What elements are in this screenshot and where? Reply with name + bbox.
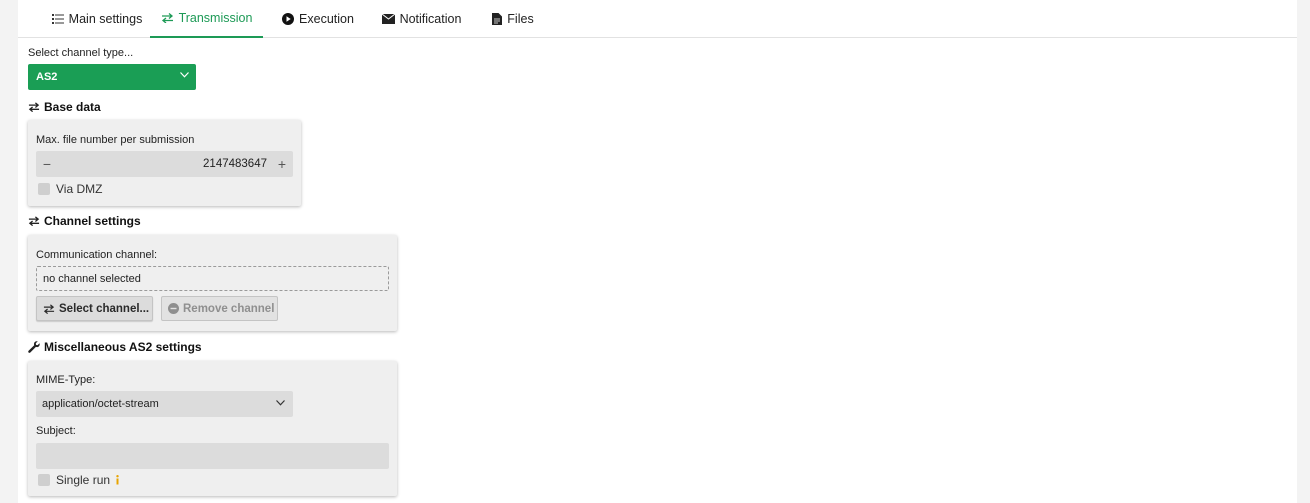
- tab-notification[interactable]: Notification: [378, 0, 465, 38]
- tab-files-label: Files: [507, 12, 534, 26]
- base-data-title-text: Base data: [44, 100, 101, 114]
- transfer-icon: [28, 102, 40, 112]
- tab-execution-label: Execution: [299, 12, 354, 26]
- info-icon[interactable]: [115, 475, 120, 485]
- tab-bar: Main settings Transmission Execution Not…: [18, 0, 1297, 38]
- channel-settings-title: Channel settings: [28, 214, 141, 228]
- increment-button[interactable]: +: [272, 151, 292, 177]
- mime-type-label: MIME-Type:: [36, 374, 96, 386]
- chevron-down-icon: [276, 400, 285, 406]
- channel-type-label: Select channel type...: [28, 47, 134, 59]
- remove-channel-button[interactable]: Remove channel: [161, 296, 278, 321]
- transfer-icon: [161, 13, 174, 23]
- channel-settings-card: Communication channel: no channel select…: [28, 235, 397, 331]
- channel-type-value: AS2: [36, 71, 58, 83]
- misc-settings-title-text: Miscellaneous AS2 settings: [44, 340, 202, 354]
- single-run-row: Single run: [38, 473, 120, 487]
- misc-settings-title: Miscellaneous AS2 settings: [28, 340, 202, 354]
- decrement-button[interactable]: −: [37, 151, 57, 177]
- base-data-title: Base data: [28, 100, 101, 114]
- tab-execution[interactable]: Execution: [276, 0, 360, 38]
- wrench-icon: [28, 341, 40, 353]
- transfer-icon: [28, 216, 40, 226]
- subject-input[interactable]: [36, 443, 389, 469]
- max-files-stepper[interactable]: − 2147483647 +: [36, 151, 293, 177]
- channel-settings-title-text: Channel settings: [44, 214, 141, 228]
- tab-transmission[interactable]: Transmission: [150, 0, 263, 38]
- max-files-label: Max. file number per submission: [36, 134, 195, 146]
- mail-icon: [381, 14, 395, 24]
- remove-channel-label: Remove channel: [183, 302, 275, 315]
- mime-type-select[interactable]: application/octet-stream: [36, 391, 293, 417]
- tab-main-settings-label: Main settings: [68, 12, 143, 26]
- comm-channel-value: no channel selected: [36, 266, 389, 291]
- tab-files[interactable]: Files: [488, 0, 538, 38]
- comm-channel-label: Communication channel:: [36, 249, 158, 261]
- tab-main-settings[interactable]: Main settings: [36, 0, 158, 38]
- max-files-value: 2147483647: [203, 158, 267, 170]
- main-panel: Main settings Transmission Execution Not…: [18, 0, 1297, 503]
- channel-type-select[interactable]: AS2: [28, 64, 196, 90]
- via-dmz-row: Via DMZ: [38, 182, 102, 196]
- transfer-icon: [43, 303, 55, 314]
- minus-circle-icon: [168, 303, 179, 314]
- list-icon: [51, 14, 64, 24]
- file-icon: [492, 13, 503, 25]
- mime-type-value: application/octet-stream: [42, 398, 159, 410]
- single-run-label: Single run: [56, 473, 111, 487]
- play-icon: [282, 13, 295, 25]
- via-dmz-label: Via DMZ: [56, 182, 103, 196]
- base-data-card: Max. file number per submission − 214748…: [28, 120, 301, 206]
- subject-label: Subject:: [36, 425, 76, 437]
- select-channel-button[interactable]: Select channel...: [36, 296, 153, 321]
- select-channel-label: Select channel...: [59, 302, 150, 315]
- tab-transmission-label: Transmission: [178, 11, 253, 25]
- misc-settings-card: MIME-Type: application/octet-stream Subj…: [28, 361, 397, 496]
- tab-notification-label: Notification: [399, 12, 462, 26]
- via-dmz-checkbox[interactable]: [38, 183, 50, 195]
- chevron-down-icon: [180, 72, 189, 78]
- single-run-checkbox[interactable]: [38, 474, 50, 486]
- comm-channel-value-text: no channel selected: [43, 272, 141, 285]
